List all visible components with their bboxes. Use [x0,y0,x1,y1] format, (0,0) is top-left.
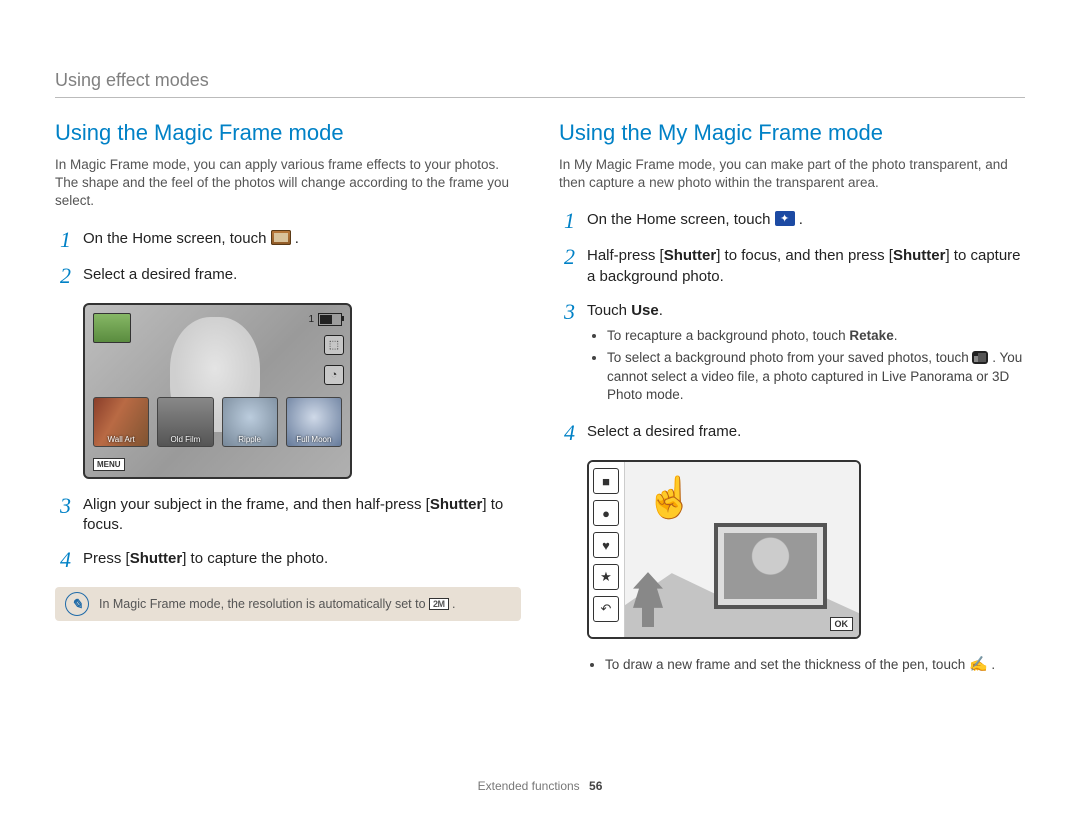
left-step-1: 1 On the Home screen, touch . [55,229,521,251]
left-topic-title: Using the Magic Frame mode [55,120,521,146]
frame-option-old-film: Old Film [157,397,213,447]
step-text: ] to focus, and then press [ [716,247,893,264]
left-column: Using the Magic Frame mode In Magic Fram… [55,120,521,673]
shape-circle-icon: ● [593,500,619,526]
preview-thumbnail [93,313,131,343]
frame-option-wall-art: Wall Art [93,397,149,447]
side-icons: ⬚ ◔ [324,335,344,385]
shape-square-icon: ■ [593,468,619,494]
step-text: Select a desired frame. [83,265,521,285]
step-text: Press [ [83,550,130,567]
inner-photo-frame [714,523,827,609]
step-text: On the Home screen, touch [587,211,775,228]
frame-option-full-moon: Full Moon [286,397,342,447]
magic-frame-screenshot: 1 ⬚ ◔ Wall Art Old Film Ripple Full Moon… [83,303,352,479]
pen-note: To draw a new frame and set the thicknes… [605,655,1025,673]
step-text: On the Home screen, touch [83,230,271,247]
key-name: Shutter [130,550,183,567]
step-text: . [799,211,803,228]
step-text: Half-press [ [587,247,664,264]
right-step-4: 4 Select a desired frame. [559,422,1025,444]
frame-option-ripple: Ripple [222,397,278,447]
frame-strip: Wall Art Old Film Ripple Full Moon [93,397,342,447]
left-step-2: 2 Select a desired frame. [55,265,521,287]
touch-hand-icon: ☝ [645,474,695,521]
right-topic-title: Using the My Magic Frame mode [559,120,1025,146]
divider [55,97,1025,98]
page-footer: Extended functions 56 [0,779,1080,793]
note-text: In Magic Frame mode, the resolution is a… [99,597,429,611]
scene: ☝ OK [625,462,859,637]
step-number: 3 [559,301,575,323]
step-number: 1 [559,210,575,232]
mode-icon: ⬚ [324,335,344,355]
shot-count: 1 [308,314,314,325]
note-text: . [452,597,455,611]
right-step-1: 1 On the Home screen, touch . [559,210,1025,232]
gallery-icon [972,351,988,364]
step-text: Touch [587,302,631,319]
step-number: 2 [55,265,71,287]
magic-frame-icon [271,230,291,245]
pen-icon: ✍ [969,656,988,673]
undo-icon: ↶ [593,596,619,622]
step-number: 4 [559,422,575,444]
left-step-3: 3 Align your subject in the frame, and t… [55,495,521,536]
section-header: Using effect modes [55,70,1025,91]
shape-toolbar: ■ ● ♥ ★ ↶ [589,462,625,637]
step-text: Align your subject in the frame, and the… [83,496,430,513]
step-number: 4 [55,549,71,571]
step3-bullets: To recapture a background photo, touch R… [589,327,1025,404]
step-text: . [659,302,663,319]
right-intro: In My Magic Frame mode, you can make par… [559,156,1025,192]
right-column: Using the My Magic Frame mode In My Magi… [559,120,1025,673]
battery-icon [318,313,342,326]
right-steps: 1 On the Home screen, touch . 2 Half-pre… [559,210,1025,444]
step-number: 3 [55,495,71,517]
key-name: Shutter [430,496,483,513]
left-intro: In Magic Frame mode, you can apply vario… [55,156,521,211]
step-text: . [295,230,299,247]
my-magic-frame-screenshot: ■ ● ♥ ★ ↶ ☝ OK [587,460,861,639]
left-steps-cont: 3 Align your subject in the frame, and t… [55,495,521,572]
my-magic-frame-icon [775,211,795,226]
portrait [724,533,817,599]
label-use: Use [631,302,659,319]
step-text: ] to capture the photo. [182,550,328,567]
ok-button: OK [830,617,854,631]
left-step-4: 4 Press [Shutter] to capture the photo. [55,549,521,571]
shape-heart-icon: ♥ [593,532,619,558]
note-icon: ✎ [65,592,89,616]
step-number: 2 [559,246,575,268]
timer-icon: ◔ [324,365,344,385]
left-steps: 1 On the Home screen, touch . 2 Select a… [55,229,521,287]
bullet-retake: To recapture a background photo, touch R… [607,327,1025,345]
bullet-gallery: To select a background photo from your s… [607,349,1025,404]
step-text: Select a desired frame. [587,422,1025,442]
two-column-layout: Using the Magic Frame mode In Magic Fram… [55,120,1025,673]
right-step-3: 3 Touch Use. To recapture a background p… [559,301,1025,408]
resolution-2m-icon: 2M [429,598,449,610]
key-name: Shutter [664,247,717,264]
step-number: 1 [55,229,71,251]
shape-star-icon: ★ [593,564,619,590]
right-step-2: 2 Half-press [Shutter] to focus, and the… [559,246,1025,287]
menu-button: MENU [93,458,125,471]
page-number: 56 [589,779,602,793]
trailing-bullet: To draw a new frame and set the thicknes… [587,655,1025,673]
status-bar: 1 [308,313,342,326]
footer-label: Extended functions [478,779,580,793]
note-box: ✎ In Magic Frame mode, the resolution is… [55,587,521,621]
key-name: Shutter [893,247,946,264]
